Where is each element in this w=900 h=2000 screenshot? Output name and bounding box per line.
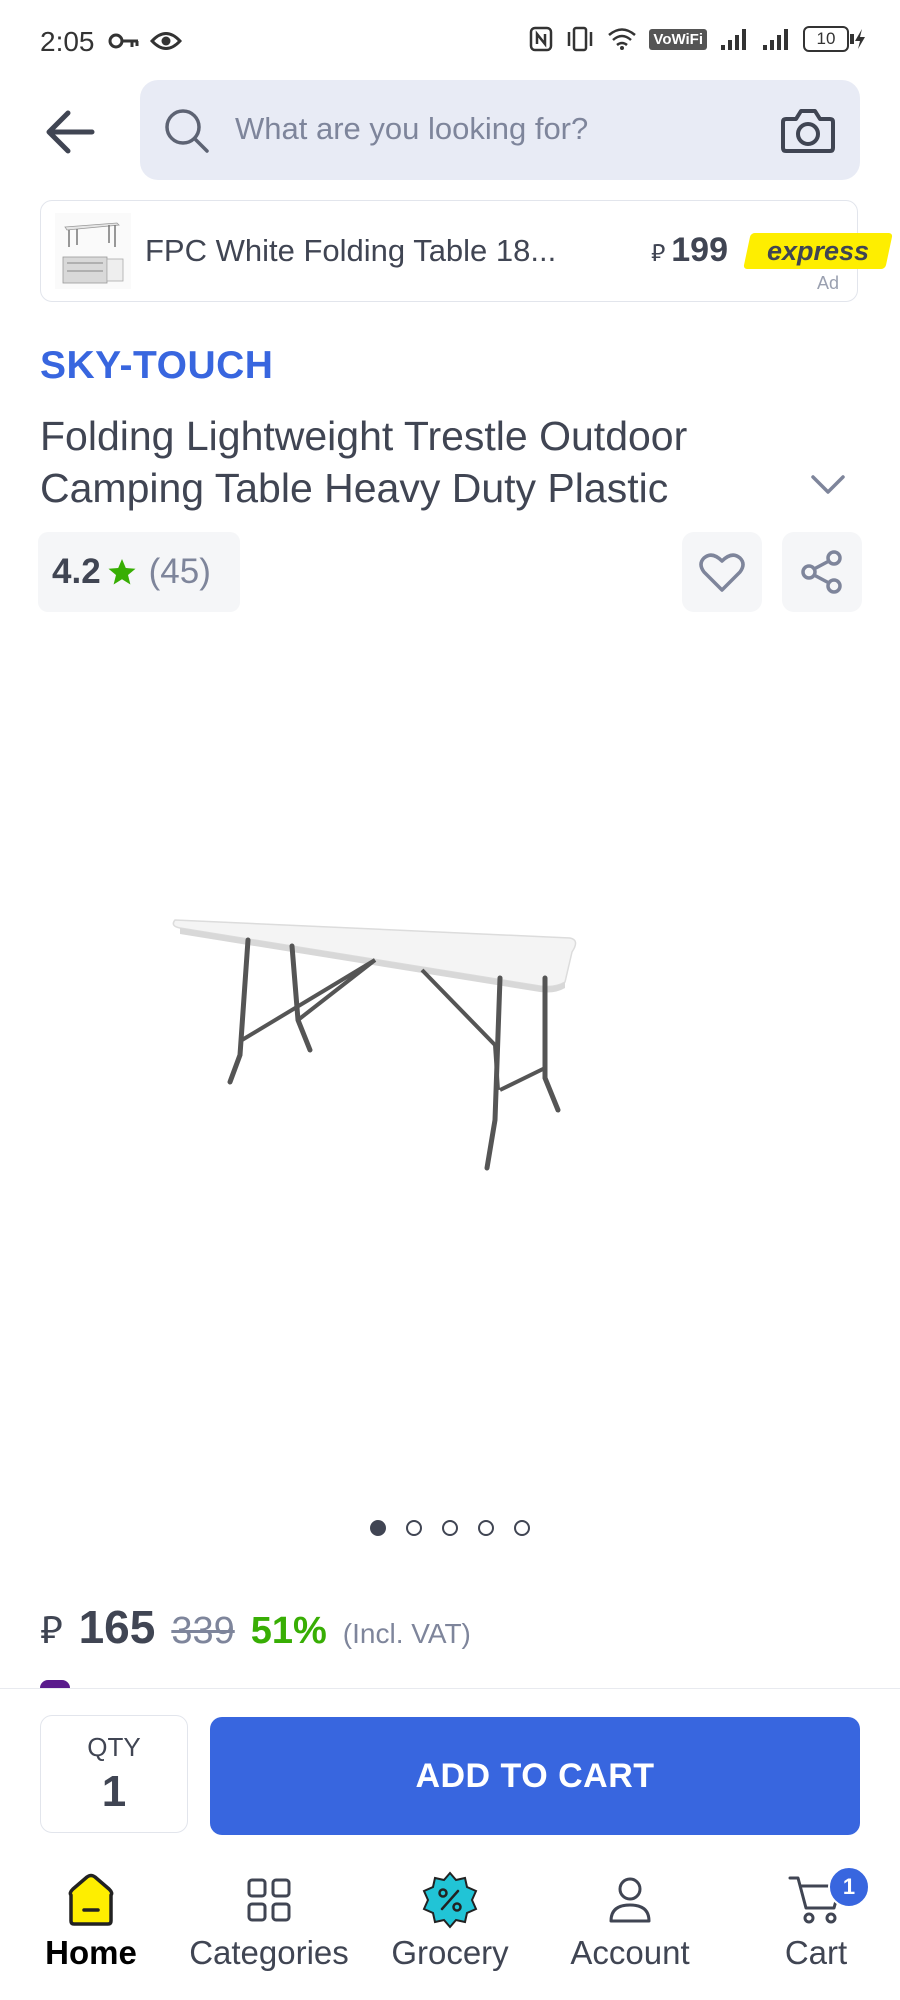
nav-account[interactable]: Account <box>556 1870 704 1972</box>
search-input[interactable]: What are you looking for? <box>140 80 860 180</box>
nav-label: Account <box>570 1934 690 1971</box>
home-icon <box>68 1873 114 1926</box>
qty-label: QTY <box>87 1732 141 1762</box>
share-icon <box>801 550 842 594</box>
rating-value: 4.2 <box>52 552 101 591</box>
discount-percent: 51% <box>250 1610 327 1652</box>
key-icon <box>108 33 139 49</box>
ad-price-value: 199 <box>671 231 728 269</box>
nav-home[interactable]: Home <box>30 1870 152 1972</box>
currency-symbol: ⃁ <box>40 1610 63 1652</box>
wishlist-button[interactable] <box>682 532 762 612</box>
express-badge: express <box>743 233 893 269</box>
wifi-icon <box>608 28 637 50</box>
product-image[interactable] <box>160 870 740 1220</box>
status-bar: 2:05 VoWiFi 10 <box>0 0 900 80</box>
vowifi-badge: VoWiFi <box>649 28 707 50</box>
promo-icon-peek <box>40 1680 70 1688</box>
nav-label: Grocery <box>391 1934 509 1971</box>
brand-link[interactable]: SKY-TOUCH <box>40 344 273 388</box>
price-row: ⃁ 165 339 51% (Incl. VAT) <box>40 1600 471 1654</box>
ad-thumbnail <box>55 213 131 289</box>
charging-icon <box>855 29 865 49</box>
carousel-dot[interactable] <box>370 1520 386 1536</box>
account-icon <box>609 1877 651 1923</box>
signal-icon-1 <box>721 29 746 50</box>
chevron-down-icon[interactable] <box>810 474 846 496</box>
back-button[interactable] <box>38 100 102 164</box>
nav-label: Home <box>45 1934 137 1971</box>
grocery-icon <box>422 1871 478 1929</box>
rating-chip[interactable]: 4.2 (45) <box>38 532 240 612</box>
bottom-nav: Home Categories Grocery Account 1 Cart <box>0 1866 900 2000</box>
nfc-icon <box>530 26 553 52</box>
battery-icon: 10 <box>803 26 866 52</box>
categories-icon <box>247 1878 291 1922</box>
cart-count-badge: 1 <box>828 1866 870 1908</box>
camera-icon[interactable] <box>780 105 836 155</box>
search-placeholder: What are you looking for? <box>235 111 589 146</box>
search-icon <box>165 109 209 153</box>
old-price: 339 <box>171 1610 235 1652</box>
status-time: 2:05 <box>40 26 95 57</box>
nav-grocery[interactable]: Grocery <box>380 1870 520 1972</box>
share-button[interactable] <box>782 532 862 612</box>
star-icon <box>108 559 136 585</box>
nav-cart[interactable]: 1 Cart <box>766 1866 870 1972</box>
sponsored-ad[interactable]: FPC White Folding Table 18... ⃁ 199 expr… <box>40 200 893 302</box>
quantity-selector[interactable]: QTY 1 <box>40 1715 188 1833</box>
qty-value: 1 <box>101 1767 127 1816</box>
rating-count: (45) <box>148 552 211 591</box>
currency-symbol: ⃁ <box>651 240 666 267</box>
add-to-cart-bar: QTY 1 ADD TO CART <box>0 1688 900 1839</box>
eye-icon <box>150 32 182 50</box>
signal-icon-2 <box>763 29 788 50</box>
heart-icon <box>699 553 745 592</box>
battery-level: 10 <box>803 26 849 52</box>
ad-title: FPC White Folding Table 18... <box>145 233 557 268</box>
ad-label: Ad <box>816 273 839 293</box>
product-page: 2:05 VoWiFi 10 What are you looking for? <box>0 0 900 2000</box>
status-right-icons: VoWiFi 10 <box>529 26 866 52</box>
express-label: express <box>766 236 870 266</box>
arrow-left-icon <box>46 110 95 154</box>
nav-label: Cart <box>784 1934 848 1971</box>
nav-categories[interactable]: Categories <box>178 1870 360 1972</box>
carousel-dot[interactable] <box>442 1520 458 1536</box>
status-left-icons <box>108 30 182 52</box>
ad-price: ⃁ 199 <box>651 231 728 270</box>
current-price: 165 <box>78 1601 156 1653</box>
carousel-dot[interactable] <box>514 1520 530 1536</box>
image-carousel-dots[interactable] <box>0 1520 900 1536</box>
product-title: Folding Lightweight Trestle Outdoor Camp… <box>40 413 688 511</box>
nav-label: Categories <box>189 1934 349 1971</box>
vat-note: (Incl. VAT) <box>342 1618 471 1649</box>
carousel-dot[interactable] <box>406 1520 422 1536</box>
carousel-dot[interactable] <box>478 1520 494 1536</box>
vibrate-icon <box>568 26 593 52</box>
add-to-cart-button[interactable]: ADD TO CART <box>210 1717 860 1835</box>
